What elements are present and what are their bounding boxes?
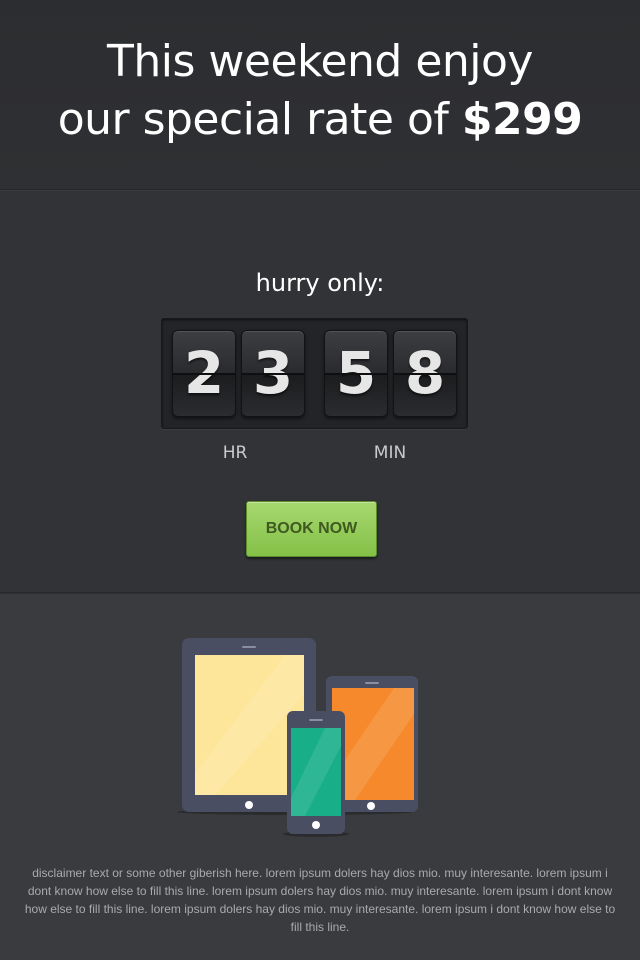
tablet-home-button <box>245 801 253 809</box>
phone-speaker <box>309 719 323 721</box>
minute-digit-ones: 8 <box>393 330 457 417</box>
disclaimer-text: disclaimer text or some other giberish h… <box>24 866 616 934</box>
minute-digit-tens: 5 <box>324 330 388 417</box>
minutes-label: MIN <box>373 443 407 463</box>
mini-tablet-home-button <box>367 802 375 810</box>
hour-tens-value: 2 <box>183 339 225 407</box>
price: $299 <box>461 94 583 145</box>
headline-line-2: our special rate of $299 <box>0 94 640 145</box>
phone-icon <box>283 711 349 837</box>
mini-tablet-speaker <box>365 682 379 684</box>
headline-prefix: our special rate of <box>57 94 462 145</box>
header: This weekend enjoy our special rate of $… <box>0 0 640 190</box>
countdown-timer: 2 3 5 8 <box>161 318 468 429</box>
tablet-speaker <box>242 646 256 648</box>
devices-section: disclaimer text or some other giberish h… <box>0 594 640 960</box>
minute-ones-value: 8 <box>404 339 446 407</box>
hour-ones-value: 3 <box>252 339 294 407</box>
hours-label: HR <box>222 443 248 463</box>
minute-tens-value: 5 <box>335 339 377 407</box>
hour-digit-tens: 2 <box>172 330 236 417</box>
book-now-button[interactable]: BOOK NOW <box>246 501 377 557</box>
hour-digit-ones: 3 <box>241 330 305 417</box>
countdown-section: hurry only: 2 3 5 8 HR MIN BOOK NOW <box>0 191 640 593</box>
phone-home-button <box>312 821 320 829</box>
headline-line-1: This weekend enjoy <box>107 36 533 87</box>
hurry-label: hurry only: <box>255 269 385 297</box>
devices-illustration <box>177 638 418 837</box>
